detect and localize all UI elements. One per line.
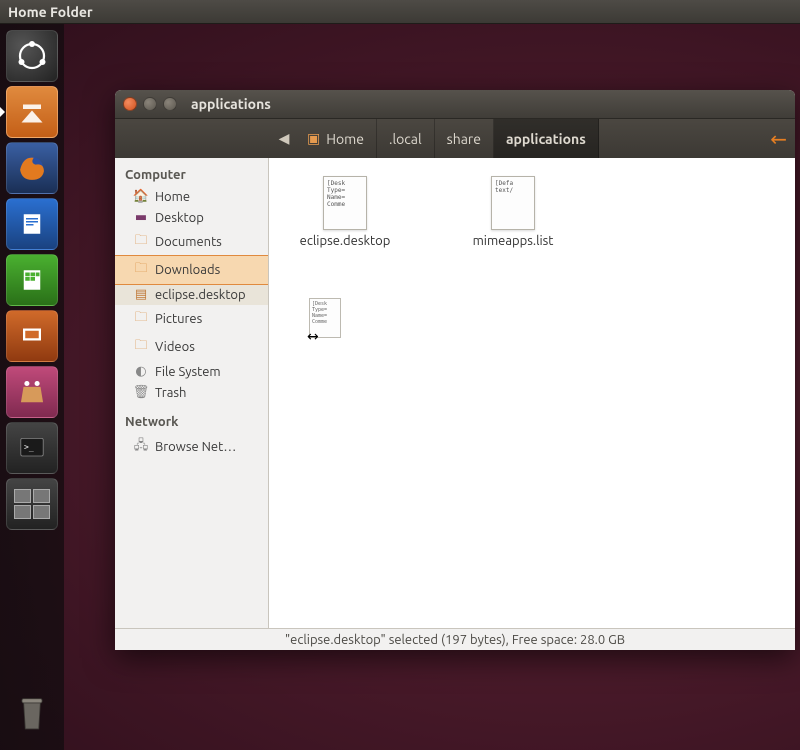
top-panel: Home Folder (0, 0, 800, 24)
trash-icon: 🗑 (133, 385, 149, 400)
file-label: mimeapps.list (473, 234, 554, 248)
launcher-impress-icon[interactable] (6, 310, 58, 362)
sidebar-item-label: Videos (155, 340, 195, 354)
breadcrumb-home[interactable]: ▣ Home (295, 119, 377, 158)
status-text: "eclipse.desktop" selected (197 bytes), … (285, 633, 625, 647)
launcher-dash-icon[interactable] (6, 30, 58, 82)
sidebar-head-computer: Computer (115, 164, 268, 186)
sidebar-item-documents[interactable]: 🗀 Documents (115, 228, 268, 256)
sidebar-item-videos[interactable]: 🗀 Videos (115, 333, 268, 361)
toolbar-back-arrow-icon[interactable]: ← (770, 127, 787, 151)
disk-icon: ◐ (133, 364, 149, 379)
file-icon: ▤ (133, 287, 149, 302)
sidebar-item-browse-network[interactable]: 🖧 Browse Net… (115, 433, 268, 461)
sidebar-item-label: Desktop (155, 211, 204, 225)
file-mimeapps-list[interactable]: [Defa text/ mimeapps.list (453, 176, 573, 248)
sidebar-item-label: Documents (155, 235, 222, 249)
file-eclipse-desktop[interactable]: [Desk Type= Name= Comme eclipse.desktop (285, 176, 405, 248)
launcher-files-icon[interactable] (6, 86, 58, 138)
file-label: eclipse.desktop (300, 234, 391, 248)
sidebar-item-label: Pictures (155, 312, 202, 326)
sidebar-item-label: Home (155, 190, 190, 204)
file-grid[interactable]: [Desk Type= Name= Comme eclipse.desktop … (269, 158, 795, 628)
launcher-software-center-icon[interactable] (6, 366, 58, 418)
close-button[interactable] (123, 97, 137, 111)
launcher: >_ (0, 24, 64, 750)
folder-icon: 🗀 (133, 231, 149, 253)
sidebar-item-home[interactable]: 🏠 Home (115, 186, 268, 207)
desktop-icon: ▬ (133, 210, 149, 225)
folder-icon: 🗀 (133, 308, 149, 330)
sidebar-item-eclipse-desktop[interactable]: ▤ eclipse.desktop (115, 284, 268, 305)
folder-icon: 🗀 (133, 259, 149, 281)
text-file-icon: [Desk Type= Name= Comme (323, 176, 367, 230)
sidebar-item-trash[interactable]: 🗑 Trash (115, 382, 268, 403)
sidebar-item-filesystem[interactable]: ◐ File System (115, 361, 268, 382)
launcher-workspace-icon[interactable] (6, 478, 58, 530)
network-icon: 🖧 (133, 436, 149, 458)
launcher-trash-icon[interactable] (9, 688, 55, 738)
path-toolbar: ◀ ▣ Home .local share applications ← (115, 118, 795, 158)
breadcrumb-local[interactable]: .local (377, 119, 435, 158)
sidebar-item-label: eclipse.desktop (155, 288, 246, 302)
breadcrumb-applications[interactable]: applications (494, 119, 599, 158)
breadcrumb-label: share (447, 131, 481, 147)
titlebar[interactable]: applications (115, 90, 795, 118)
sidebar-item-downloads[interactable]: 🗀 Downloads (115, 256, 268, 284)
launcher-terminal-icon[interactable]: >_ (6, 422, 58, 474)
sidebar-item-label: Browse Net… (155, 440, 236, 454)
sidebar-item-label: File System (155, 365, 221, 379)
sidebar-head-network: Network (115, 411, 268, 433)
breadcrumb-share[interactable]: share (435, 119, 494, 158)
sidebar-item-label: Trash (155, 386, 186, 400)
breadcrumb-label: .local (389, 131, 422, 147)
launcher-firefox-icon[interactable] (6, 142, 58, 194)
breadcrumb-back-icon[interactable]: ◀ (273, 130, 295, 147)
sidebar-item-pictures[interactable]: 🗀 Pictures (115, 305, 268, 333)
file-manager-window: applications ◀ ▣ Home .local share appli… (115, 90, 795, 650)
folder-icon: 🗀 (133, 336, 149, 358)
sidebar-item-label: Downloads (155, 263, 220, 277)
text-file-icon: [Defa text/ (491, 176, 535, 230)
sidebar-item-desktop[interactable]: ▬ Desktop (115, 207, 268, 228)
launcher-writer-icon[interactable] (6, 198, 58, 250)
breadcrumb: ▣ Home .local share applications (295, 119, 599, 158)
top-panel-title: Home Folder (8, 4, 93, 20)
home-icon: 🏠 (133, 189, 149, 204)
home-icon: ▣ (307, 130, 320, 147)
breadcrumb-label: applications (506, 131, 586, 147)
sidebar: Computer 🏠 Home ▬ Desktop 🗀 Documents 🗀 … (115, 158, 269, 628)
status-bar: "eclipse.desktop" selected (197 bytes), … (115, 628, 795, 650)
maximize-button[interactable] (163, 97, 177, 111)
svg-text:>_: >_ (24, 443, 34, 452)
minimize-button[interactable] (143, 97, 157, 111)
launcher-calc-icon[interactable] (6, 254, 58, 306)
window-title: applications (191, 96, 271, 112)
breadcrumb-label: Home (326, 131, 364, 147)
